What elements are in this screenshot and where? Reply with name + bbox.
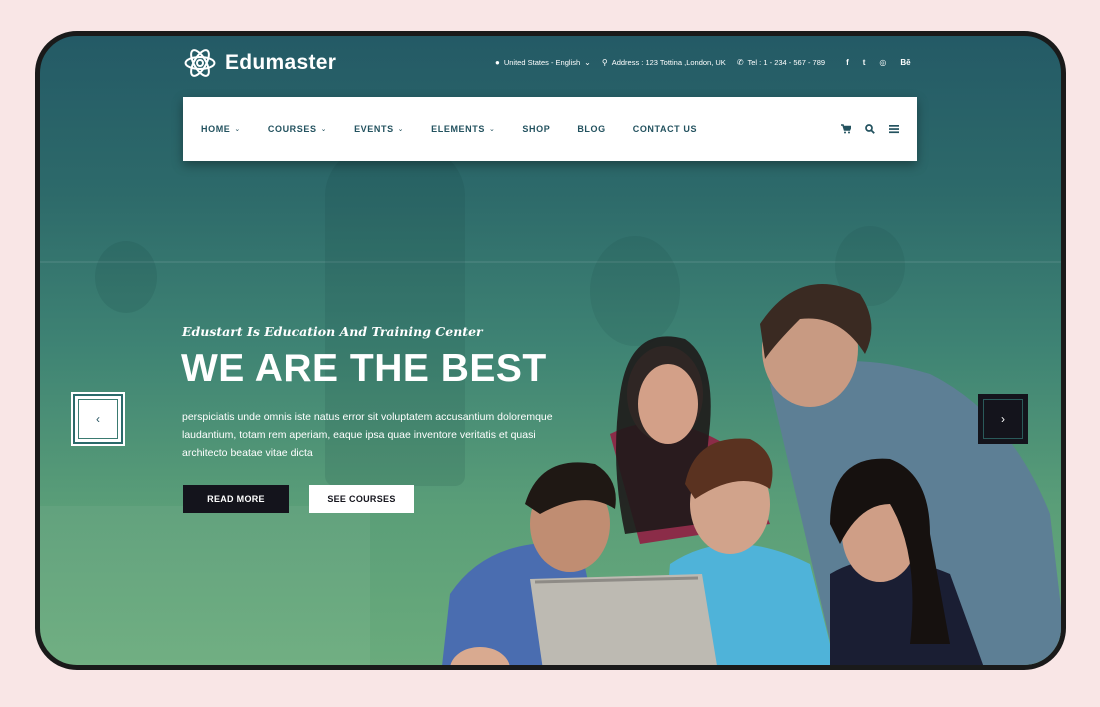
slider-next-button[interactable]: › <box>978 394 1028 444</box>
nav-item-elements[interactable]: ELEMENTS ⌄ <box>431 124 495 134</box>
button-border <box>78 399 118 439</box>
address-info: ⚲ Address : 123 Tottina ,London, UK <box>602 58 726 67</box>
instagram-icon[interactable]: ◎ <box>879 58 886 67</box>
chevron-down-icon: ⌄ <box>234 126 241 133</box>
chevron-down-icon: ⌄ <box>397 126 405 133</box>
top-info-bar: ● United States - English ⌄ ⚲ Address : … <box>495 58 911 67</box>
nav-label: SHOP <box>522 124 551 134</box>
nav-label: CONTACT US <box>632 124 698 134</box>
menu-icon[interactable] <box>889 124 899 134</box>
hero-description: perspiciatis unde omnis iste natus error… <box>182 411 553 459</box>
language-label: United States - English <box>503 58 581 67</box>
map-pin-icon: ⚲ <box>601 58 608 67</box>
nav-item-home[interactable]: HOME ⌄ <box>201 124 241 134</box>
search-icon[interactable] <box>865 124 875 134</box>
nav-label: BLOG <box>577 124 606 134</box>
phone-info: ✆ Tel : 1 - 234 - 567 - 789 <box>737 58 825 67</box>
nav-label: EVENTS <box>354 124 394 134</box>
bg-whiteboard <box>40 261 1061 263</box>
button-border <box>983 399 1023 439</box>
nav-item-shop[interactable]: SHOP <box>522 124 550 134</box>
nav-tools <box>841 97 899 161</box>
browser-frame: Edumaster ● United States - English ⌄ ⚲ … <box>35 31 1066 670</box>
phone-icon: ✆ <box>736 58 744 67</box>
bg-student-silhouette <box>95 241 157 313</box>
logo[interactable]: Edumaster <box>183 46 336 80</box>
chevron-down-icon: ⌄ <box>584 58 591 67</box>
nav-item-contact-us[interactable]: CONTACT US <box>633 124 697 134</box>
atom-icon <box>184 49 216 77</box>
nav-label: COURSES <box>267 124 317 134</box>
nav-item-courses[interactable]: COURSES ⌄ <box>268 124 327 134</box>
address-text: Address : 123 Tottina ,London, UK <box>611 58 726 67</box>
facebook-icon[interactable]: f <box>846 58 849 67</box>
read-more-button[interactable]: READ MORE <box>183 485 289 513</box>
cart-icon[interactable] <box>841 124 851 134</box>
bg-desk <box>40 506 370 665</box>
nav-label: HOME <box>201 124 231 134</box>
slider-prev-button[interactable]: ‹ <box>71 392 125 446</box>
nav-label: ELEMENTS <box>431 124 485 134</box>
see-courses-button[interactable]: SEE COURSES <box>309 485 414 513</box>
behance-icon[interactable]: Bē <box>900 58 910 67</box>
language-selector[interactable]: ● United States - English ⌄ <box>495 58 591 67</box>
social-links: f t ◎ Bē <box>846 58 911 67</box>
main-nav: HOME ⌄ COURSES ⌄ EVENTS ⌄ ELEMENTS ⌄ SHO… <box>183 97 917 161</box>
brand-name: Edumaster <box>225 51 337 74</box>
hero-subtitle: Edustart Is Education And Training Cente… <box>182 324 483 339</box>
nav-item-events[interactable]: EVENTS ⌄ <box>354 124 404 134</box>
globe-icon: ● <box>495 58 500 67</box>
students-photo <box>442 284 1061 665</box>
chevron-down-icon: ⌄ <box>488 126 496 133</box>
nav-item-blog[interactable]: BLOG <box>577 124 605 134</box>
chevron-down-icon: ⌄ <box>320 126 328 133</box>
hero-title: WE ARE THE BEST <box>181 347 547 390</box>
phone-text: Tel : 1 - 234 - 567 - 789 <box>747 58 826 67</box>
twitter-icon[interactable]: t <box>863 58 866 67</box>
